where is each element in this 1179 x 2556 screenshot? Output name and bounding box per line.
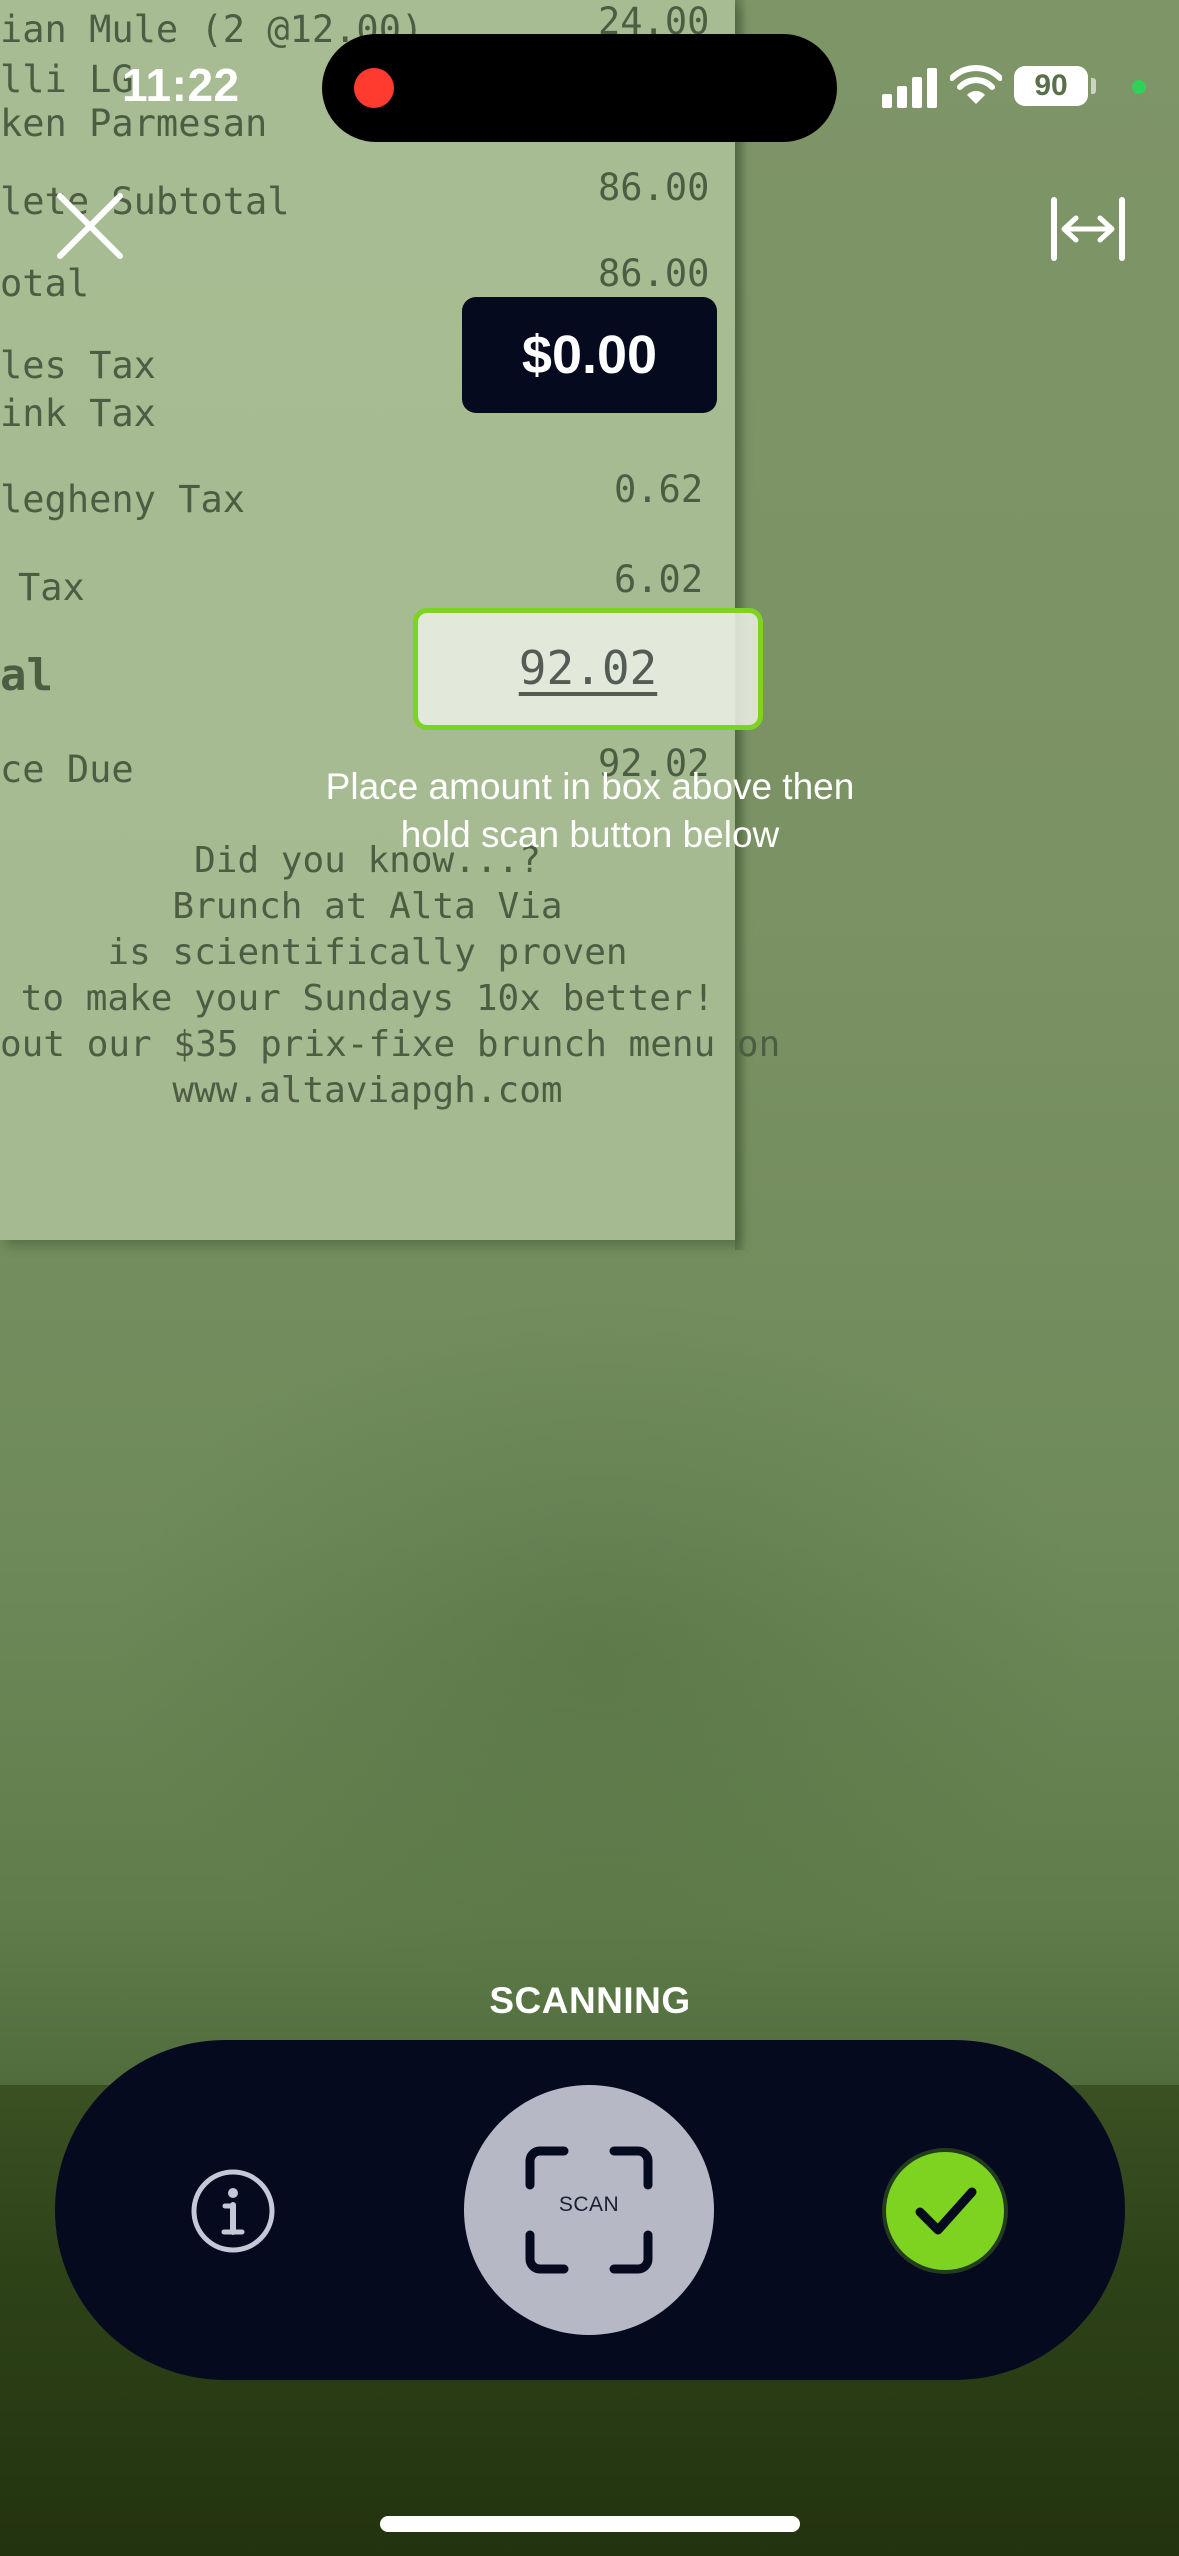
scan-button-label: SCAN <box>558 2193 620 2216</box>
checkmark-icon <box>915 2187 977 2235</box>
battery-tip <box>1091 78 1096 94</box>
receipt-line-right: 6.02 <box>614 558 704 601</box>
camera-in-use-indicator <box>1132 80 1146 94</box>
home-indicator[interactable] <box>380 2516 800 2532</box>
receipt-line-left: legheny Tax <box>0 478 246 521</box>
info-icon[interactable] <box>190 2168 276 2254</box>
detected-amount: 92.02 <box>518 641 658 695</box>
instruction-line: hold scan button below <box>400 814 780 855</box>
status-time: 11:22 <box>122 59 240 111</box>
receipt-line-right: 86.00 <box>598 252 710 295</box>
receipt-line-left: ce Due <box>0 748 134 791</box>
confirm-button[interactable] <box>886 2152 1004 2270</box>
wifi-icon <box>950 65 1002 104</box>
receipt-line-right: 86.00 <box>598 166 710 209</box>
instruction-text: Place amount in box above then hold scan… <box>240 763 940 859</box>
recording-indicator <box>354 68 394 108</box>
receipt-line-left: al <box>0 650 53 701</box>
receipt-footer-line: out our $35 prix-fixe brunch menu on <box>0 1024 781 1065</box>
receipt-footer-line: www.altaviapgh.com <box>172 1070 563 1111</box>
instruction-line: Place amount in box above then <box>325 766 855 807</box>
receipt-footer-line: is scientifically proven <box>107 932 628 973</box>
receipt-line-left: otal <box>0 262 90 305</box>
close-icon[interactable] <box>50 186 130 266</box>
receipt-line-left: les Tax <box>0 344 156 387</box>
receipt-line-left: lli LG <box>0 58 134 101</box>
receipt-line-left: Tax <box>18 566 85 609</box>
receipt-line-left: lete Subtotal <box>0 180 290 223</box>
scanned-amount-display: $0.00 <box>462 297 717 413</box>
scanning-status-label: SCANNING <box>489 1980 691 2021</box>
receipt-footer-line: to make your Sundays 10x better! <box>20 978 715 1019</box>
expand-width-icon[interactable] <box>1050 196 1126 262</box>
dynamic-island <box>322 34 837 142</box>
receipt-footer-line: Brunch at Alta Via <box>172 886 563 927</box>
cellular-signal-icon <box>882 68 937 108</box>
receipt-line-left: ink Tax <box>0 392 156 435</box>
battery-level: 90 <box>1014 66 1088 106</box>
scan-target-box: 92.02 <box>413 608 763 730</box>
receipt-line-right: 0.62 <box>614 468 704 511</box>
